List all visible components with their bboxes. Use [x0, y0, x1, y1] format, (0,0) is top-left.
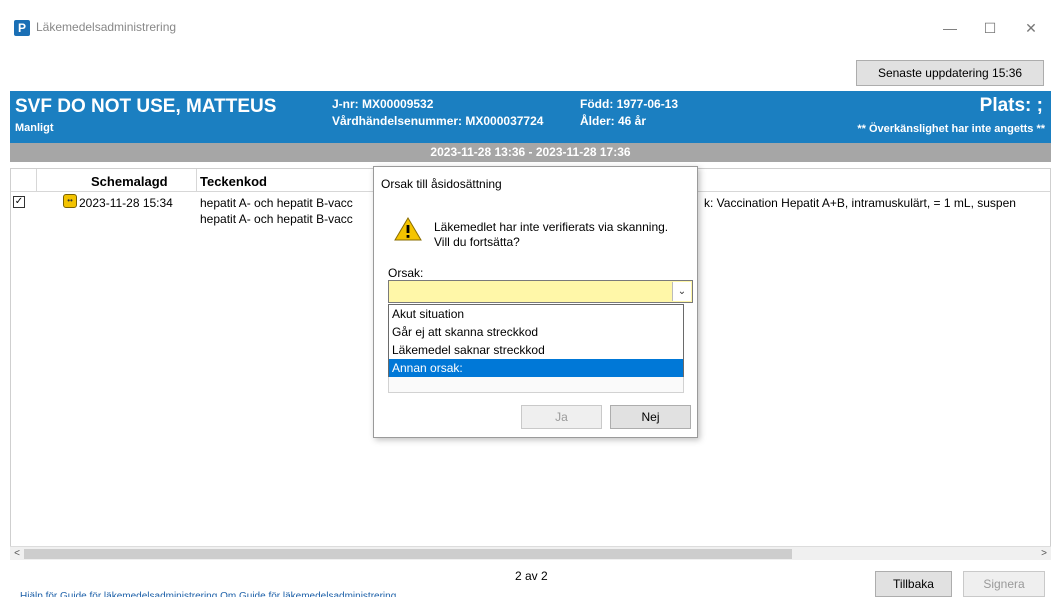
dialog-message-line2: Vill du fortsätta?: [434, 235, 520, 249]
care-event-number: Vårdhändelsenummer: MX000037724: [332, 114, 544, 128]
scrollbar-thumb[interactable]: [24, 549, 792, 559]
title-bar: P Läkemedelsadministrering — ☐ ✕: [0, 10, 1051, 46]
dialog-message-line1: Läkemedlet har inte verifierats via skan…: [434, 220, 669, 234]
patient-name: SVF DO NOT USE, MATTEUS: [15, 96, 277, 117]
sign-button[interactable]: Signera: [963, 571, 1045, 597]
last-updated-button[interactable]: Senaste uppdatering 15:36: [856, 60, 1044, 86]
time-interval-bar: 2023-11-28 13:36 - 2023-11-28 17:36: [10, 143, 1051, 162]
no-button[interactable]: Nej: [610, 405, 691, 429]
patient-age: Ålder: 46 år: [580, 114, 647, 128]
reason-option-skanna[interactable]: Går ej att skanna streckkod: [389, 323, 683, 341]
header-schemalagd[interactable]: Schemalagd: [91, 174, 168, 189]
allergy-status: ** Överkänslighet har inte angetts **: [857, 123, 1045, 135]
page-indicator: 2 av 2: [515, 569, 548, 583]
dialog-title: Orsak till åsidosättning: [381, 177, 502, 191]
patient-birth-date: Född: 1977-06-13: [580, 97, 679, 111]
row-drug-code[interactable]: hepatit A- och hepatit B-vacc: [200, 196, 353, 210]
warning-icon: [394, 217, 422, 241]
column-separator: [196, 169, 197, 191]
app-icon: P: [14, 20, 30, 36]
patient-journal-number: J-nr: MX00009532: [332, 97, 434, 111]
scroll-left-icon[interactable]: <: [10, 547, 24, 561]
reason-option-saknar[interactable]: Läkemedel saknar streckkod: [389, 341, 683, 359]
reason-select[interactable]: ⌄: [388, 280, 693, 303]
row-scheduled-time[interactable]: 2023-11-28 15:34: [79, 196, 173, 210]
maximize-button[interactable]: ☐: [970, 16, 1010, 40]
patient-location: Plats: ;: [979, 95, 1043, 116]
calendar-warning-icon: ••: [63, 194, 77, 208]
override-reason-dialog: Orsak till åsidosättning Läkemedlet har …: [373, 166, 698, 438]
window-title: Läkemedelsadministrering: [36, 20, 177, 34]
reason-option-akut[interactable]: Akut situation: [389, 305, 683, 323]
dialog-message: Läkemedlet har inte verifierats via skan…: [434, 220, 668, 250]
patient-sex: Manligt: [15, 122, 54, 134]
column-separator: [36, 169, 37, 191]
back-button[interactable]: Tillbaka: [875, 571, 952, 597]
reason-dropdown-list[interactable]: Akut situation Går ej att skanna streckk…: [388, 304, 684, 377]
window-top-edge: [0, 0, 1051, 10]
patient-banner: SVF DO NOT USE, MATTEUS Manligt J-nr: MX…: [10, 91, 1051, 143]
reason-label: Orsak:: [388, 266, 424, 280]
chevron-down-icon[interactable]: ⌄: [672, 282, 691, 301]
help-links[interactable]: Hjälp för Guide för läkemedelsadministre…: [20, 591, 396, 597]
row-checkbox[interactable]: ✓: [13, 196, 25, 208]
horizontal-scrollbar[interactable]: < >: [10, 546, 1051, 560]
reason-option-annan[interactable]: Annan orsak:: [389, 359, 683, 377]
row-drug-code-line2: hepatit A- och hepatit B-vacc: [200, 212, 353, 226]
minimize-button[interactable]: —: [930, 16, 970, 40]
yes-button[interactable]: Ja: [521, 405, 602, 429]
close-button[interactable]: ✕: [1011, 16, 1051, 40]
row-description[interactable]: k: Vaccination Hepatit A+B, intramuskulä…: [704, 196, 1016, 210]
scroll-right-icon[interactable]: >: [1037, 547, 1051, 561]
header-teckenkod[interactable]: Teckenkod: [200, 174, 267, 189]
